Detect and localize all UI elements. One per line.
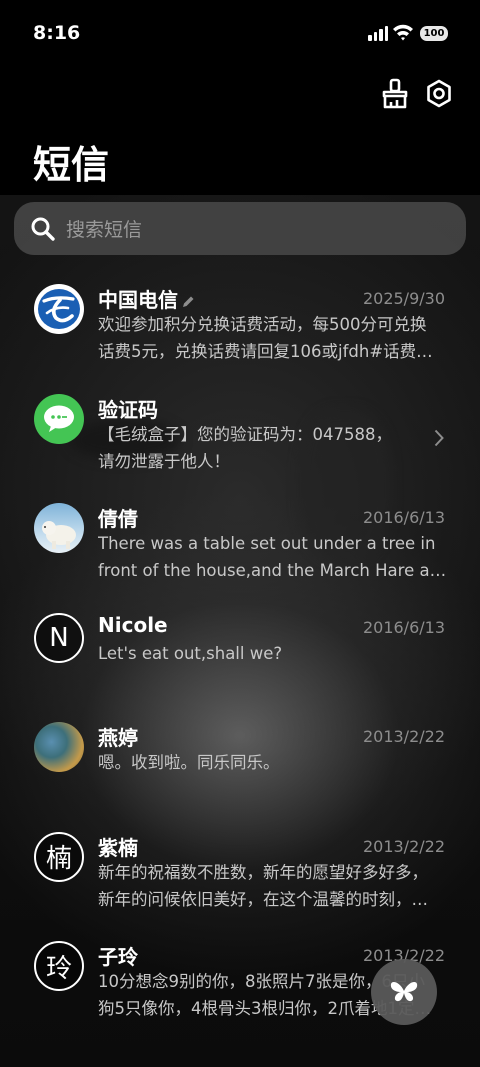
conversation-item-qianqian[interactable]: 倩倩 2016/6/13 There was a table set out u… — [0, 494, 480, 604]
contact-name: 中国电信 — [98, 284, 195, 313]
contact-name: 倩倩 — [98, 507, 138, 531]
message-date: 2013/2/22 — [362, 836, 445, 856]
gear-icon[interactable] — [424, 78, 454, 110]
conversation-item-zinan[interactable]: 楠 紫楠 2013/2/22 新年的祝福数不胜数，新年的愿望好多好多， 新年的问… — [0, 823, 480, 933]
conversation-item-nicole[interactable]: N Nicole 2016/6/13 Let's eat out,shall w… — [0, 604, 480, 714]
contact-name: 验证码 — [98, 397, 158, 422]
message-date: 2013/2/22 — [362, 727, 445, 746]
message-date: 2025/9/30 — [362, 289, 445, 308]
search-bar[interactable]: 搜索短信 — [14, 202, 466, 255]
pencil-icon — [183, 296, 194, 307]
message-preview: 【毛绒盒子】您的验证码为：047588， 请勿泄露于他人！ — [98, 424, 392, 471]
contact-name: 燕婷 — [98, 726, 138, 750]
header-actions — [0, 78, 480, 112]
broom-icon[interactable] — [380, 78, 410, 110]
conversation-item-verification-code[interactable]: 验证码 【毛绒盒子】您的验证码为：047588， 请勿泄露于他人！ — [0, 385, 480, 495]
polar-bear-photo — [34, 503, 84, 553]
contact-name: 子玲 — [98, 945, 138, 969]
search-icon — [31, 217, 55, 241]
contact-name: Nicole — [98, 612, 168, 637]
message-preview: 欢迎参加积分兑换话费活动，每500分可兑换 话费5元，兑换话费请回复106或jf… — [98, 315, 433, 361]
landscape-photo — [34, 722, 84, 772]
conversation-item-china-telecom[interactable]: 中国电信 2025/9/30 欢迎参加积分兑换话费活动，每500分可兑换 话费5… — [0, 275, 480, 385]
avatar-letter: 玲 — [34, 941, 84, 991]
conversation-list: 中国电信 2025/9/30 欢迎参加积分兑换话费活动，每500分可兑换 话费5… — [0, 275, 480, 1042]
compose-button[interactable] — [371, 959, 437, 1025]
status-bar: 8:16 100 — [0, 0, 480, 68]
avatar-letter: 楠 — [34, 831, 84, 882]
message-preview: There was a table set out under a tree i… — [98, 534, 448, 580]
china-telecom-logo — [34, 284, 84, 334]
message-bubble-icon — [34, 393, 84, 444]
contact-name: 紫楠 — [98, 835, 138, 860]
status-time: 8:16 — [33, 22, 81, 44]
conversation-item-yanting[interactable]: 燕婷 2013/2/22 嗯。收到啦。同乐同乐。 — [0, 713, 480, 823]
page-title: 短信 — [33, 143, 110, 187]
butterfly-icon — [390, 982, 418, 1002]
message-date: 2016/6/13 — [362, 617, 445, 637]
message-date: 2016/6/13 — [362, 508, 445, 527]
message-preview: Let's eat out,shall we? — [98, 643, 283, 663]
message-preview: 新年的祝福数不胜数，新年的愿望好多好多， 新年的问候依旧美好，在这个温馨的时刻，… — [98, 862, 428, 909]
message-preview: 嗯。收到啦。同乐同乐。 — [98, 753, 280, 772]
cellular-signal-icon — [368, 25, 388, 41]
battery-indicator: 100 — [420, 26, 448, 41]
avatar-letter: N — [34, 612, 84, 663]
search-input[interactable]: 搜索短信 — [66, 215, 142, 242]
wifi-icon — [393, 24, 413, 41]
